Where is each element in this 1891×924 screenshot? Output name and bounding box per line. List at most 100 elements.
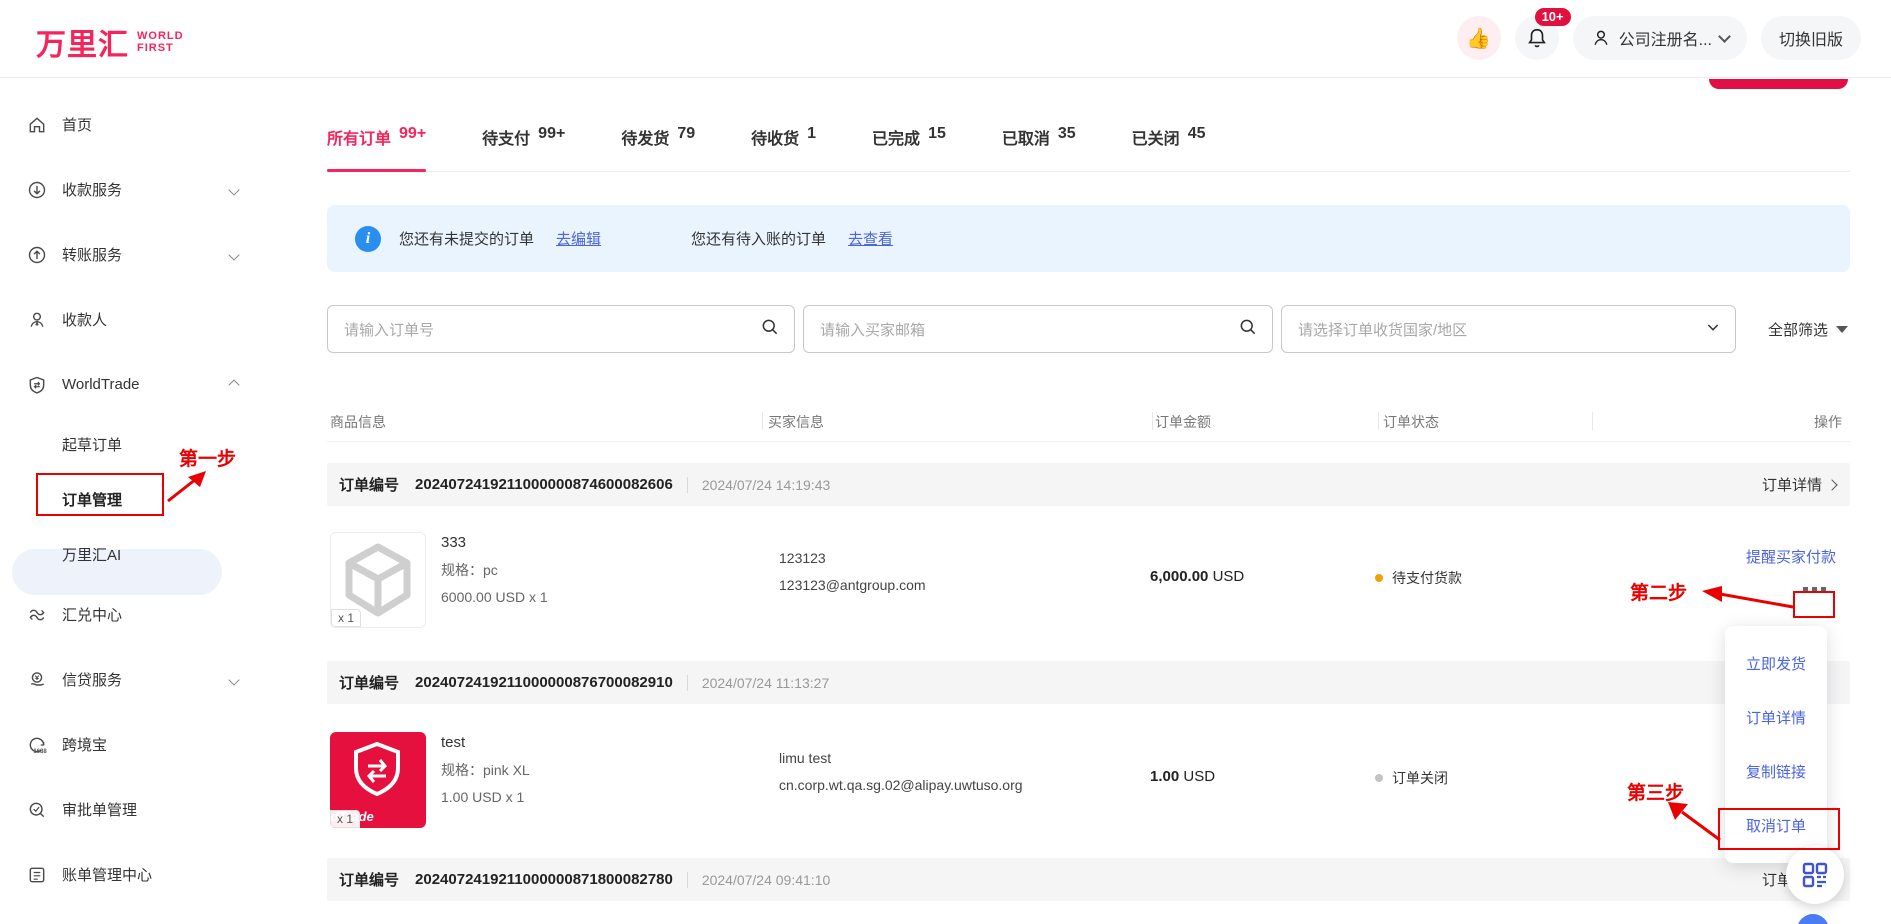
account-menu[interactable]: 公司注册名... xyxy=(1573,16,1747,60)
status-dot-orange xyxy=(1375,574,1383,582)
go-edit-link[interactable]: 去编辑 xyxy=(556,228,601,249)
bill-icon xyxy=(26,864,48,886)
order-1-row: x 1 333 规格：pc 6000.00 USD x 1 123123 123… xyxy=(327,506,1850,661)
country-select[interactable]: 请选择订单收货国家/地区 xyxy=(1281,305,1736,353)
exchange-icon xyxy=(26,604,48,626)
tab-pending-payment[interactable]: 待支付99+ xyxy=(482,125,565,171)
order-amount: 1.00 USD xyxy=(1150,768,1215,785)
order-1-header: 订单编号 2024072419211000000874600082606 202… xyxy=(327,463,1850,506)
order-status: 订单关闭 xyxy=(1375,768,1448,788)
search-icon[interactable] xyxy=(1238,317,1258,342)
sidebar-item-receive-service[interactable]: 收款服务 xyxy=(0,157,268,222)
menu-item-ship-now[interactable]: 立即发货 xyxy=(1746,653,1806,674)
sidebar-item-home[interactable]: 首页 xyxy=(0,92,268,157)
product-name: 333 xyxy=(441,534,548,551)
product-name: test xyxy=(441,734,530,751)
sidebar-item-payee[interactable]: 收款人 xyxy=(0,287,268,352)
logo-cn-text: 万里汇 xyxy=(36,20,129,64)
tab-all-orders[interactable]: 所有订单99+ xyxy=(327,125,426,171)
menu-item-order-detail[interactable]: 订单详情 xyxy=(1746,707,1806,728)
order-number: 2024072419211000000874600082606 xyxy=(415,476,673,493)
sidebar-item-exchange-center[interactable]: 汇兑中心 xyxy=(0,582,268,647)
qr-code-fab[interactable] xyxy=(1786,846,1844,904)
create-order-button-clipped[interactable] xyxy=(1709,79,1848,89)
info-banner: i 您还有未提交的订单 去编辑 您还有待入账的订单 去查看 xyxy=(327,205,1850,272)
info-icon: i xyxy=(355,226,381,252)
more-ellipsis-icon[interactable] xyxy=(1803,587,1826,592)
sidebar-nav: 首页 收款服务 转账服务 收款人 WorldTrad xyxy=(0,78,268,924)
order-time: 2024/07/24 09:41:10 xyxy=(702,872,830,888)
order-2-row: rldTrade x 1 test 规格：pink XL 1.00 USD x … xyxy=(327,706,1850,858)
order-time: 2024/07/24 14:19:43 xyxy=(702,477,830,493)
step3-label: 第三步 xyxy=(1627,778,1684,805)
approval-icon xyxy=(26,799,48,821)
order-number: 2024072419211000000871800082780 xyxy=(415,871,673,888)
transfer-icon xyxy=(26,244,48,266)
switch-old-version-button[interactable]: 切换旧版 xyxy=(1761,16,1861,60)
column-divider xyxy=(1378,412,1379,430)
order-number-input[interactable]: 请输入订单号 xyxy=(327,305,795,353)
main-content: 所有订单99+ 待支付99+ 待发货79 待收货1 已完成15 已取消35 已关… xyxy=(327,78,1850,924)
buyer-info: limu test cn.corp.wt.qa.sg.02@alipay.uwt… xyxy=(779,750,1023,793)
thumbs-up-button[interactable]: 👍 xyxy=(1457,16,1501,60)
worldfirst-logo[interactable]: 万里汇 WORLD FIRST xyxy=(36,20,184,64)
menu-item-copy-link[interactable]: 复制链接 xyxy=(1746,761,1806,782)
sidebar-item-worldtrade[interactable]: WorldTrade xyxy=(0,352,268,417)
product-info: 333 规格：pc 6000.00 USD x 1 xyxy=(441,534,548,605)
all-filters-button[interactable]: 全部筛选 xyxy=(1768,305,1848,353)
chevron-down-icon xyxy=(228,674,239,685)
menu-item-cancel-order[interactable]: 取消订单 xyxy=(1746,815,1806,836)
notifications-button[interactable]: 10+ xyxy=(1515,16,1559,60)
credit-icon xyxy=(26,669,48,691)
buyer-email-input[interactable]: 请输入买家邮箱 xyxy=(803,305,1273,353)
order-3-header: 订单编号 2024072419211000000871800082780 202… xyxy=(327,858,1850,901)
sidebar-item-kuajingbao[interactable]: 1688 跨境宝 xyxy=(0,712,268,777)
tab-pending-receipt[interactable]: 待收货1 xyxy=(751,125,816,171)
tab-cancelled[interactable]: 已取消35 xyxy=(1002,125,1076,171)
col-status: 订单状态 xyxy=(1383,412,1439,432)
chevron-down-icon xyxy=(1718,30,1731,43)
worldtrade-shield-icon xyxy=(26,374,48,396)
divider xyxy=(687,675,688,691)
col-amount: 订单金额 xyxy=(1155,412,1211,432)
order-detail-link[interactable]: 订单详情 xyxy=(1762,474,1836,495)
tab-closed[interactable]: 已关闭45 xyxy=(1132,125,1206,171)
sidebar-item-approval-management[interactable]: 审批单管理 xyxy=(0,777,268,842)
go-view-link[interactable]: 去查看 xyxy=(848,228,893,249)
divider xyxy=(687,477,688,493)
triangle-down-icon xyxy=(1836,326,1848,333)
chevron-right-icon xyxy=(1826,479,1837,490)
banner-message-1: 您还有未提交的订单 xyxy=(399,228,534,249)
bell-icon xyxy=(1526,27,1548,49)
product-spec: 规格：pink XL xyxy=(441,760,530,780)
account-name: 公司注册名... xyxy=(1619,26,1712,50)
product-price-line: 1.00 USD x 1 xyxy=(441,789,530,805)
user-icon xyxy=(1591,28,1611,48)
filter-bar: 请输入订单号 请输入买家邮箱 请选择订单收货国家/地区 全部筛选 xyxy=(327,305,1850,353)
step1-label: 第一步 xyxy=(179,444,236,471)
product-image-worldtrade[interactable]: rldTrade x 1 xyxy=(330,732,426,828)
sidebar-item-worldfirst-ai[interactable]: 万里汇AI xyxy=(0,527,268,582)
sidebar-item-bill-center[interactable]: 账单管理中心 xyxy=(0,842,268,907)
sidebar-item-transfer-service[interactable]: 转账服务 xyxy=(0,222,268,287)
product-price-line: 6000.00 USD x 1 xyxy=(441,589,548,605)
sidebar-item-credit-service[interactable]: 信贷服务 xyxy=(0,647,268,712)
order-2-header: 订单编号 2024072419211000000876700082910 202… xyxy=(327,661,1850,704)
tab-completed[interactable]: 已完成15 xyxy=(872,125,946,171)
search-icon[interactable] xyxy=(760,317,780,342)
banner-message-2: 您还有待入账的订单 xyxy=(691,228,826,249)
remind-buyer-pay-link[interactable]: 提醒买家付款 xyxy=(1746,546,1836,567)
sidebar-item-order-management[interactable]: 订单管理 xyxy=(0,472,268,527)
product-info: test 规格：pink XL 1.00 USD x 1 xyxy=(441,734,530,805)
product-image-cube[interactable]: x 1 xyxy=(330,532,426,628)
order-amount: 6,000.00 USD xyxy=(1150,568,1244,585)
buyer-email: cn.corp.wt.qa.sg.02@alipay.uwtuso.org xyxy=(779,777,1023,793)
quantity-badge: x 1 xyxy=(331,609,361,627)
notification-badge: 10+ xyxy=(1535,8,1571,26)
tab-pending-shipment[interactable]: 待发货79 xyxy=(621,125,695,171)
step2-label: 第二步 xyxy=(1630,578,1687,605)
column-divider xyxy=(1592,412,1593,430)
payee-icon xyxy=(26,309,48,331)
table-header: 商品信息 买家信息 订单金额 订单状态 操作 xyxy=(327,400,1850,442)
divider xyxy=(687,872,688,888)
